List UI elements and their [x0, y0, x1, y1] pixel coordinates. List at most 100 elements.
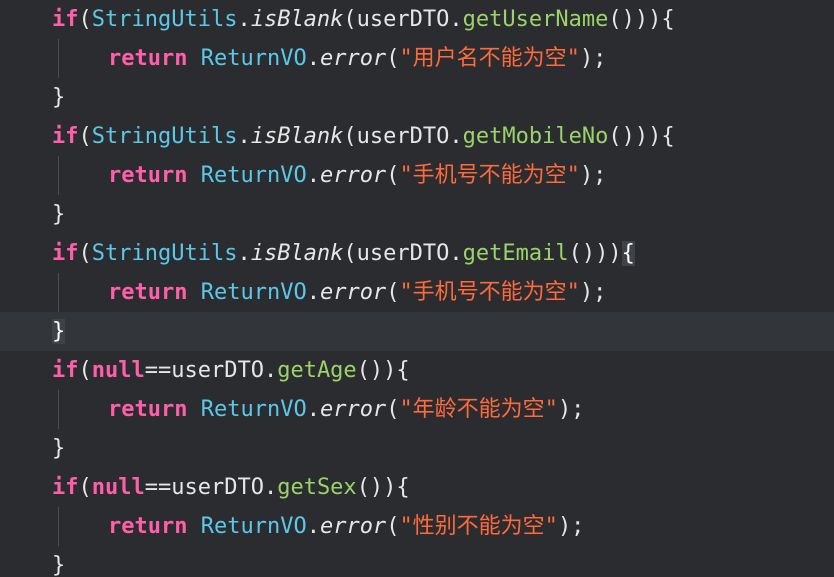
punctuation-token: ()){: [356, 358, 410, 383]
class-token: ReturnVO: [200, 163, 307, 188]
matched-bracket-token: }: [52, 319, 66, 344]
punctuation-token: [187, 46, 200, 71]
code-line[interactable]: return ReturnVO.error("用户名不能为空");: [0, 39, 834, 78]
code-line[interactable]: }: [0, 312, 834, 351]
code-text: if(null==userDTO.getAge()){: [52, 351, 410, 390]
code-text: if(StringUtils.isBlank(userDTO.getMobile…: [52, 117, 675, 156]
punctuation-token: }: [52, 202, 66, 227]
static-method-token: error: [319, 46, 387, 71]
code-line[interactable]: }: [0, 546, 834, 577]
punctuation-token: [187, 280, 200, 305]
class-token: StringUtils: [91, 241, 238, 266]
indent-guide: [58, 156, 59, 195]
indent-guide: [58, 390, 59, 429]
keyword-token: return: [108, 514, 188, 539]
static-method-token: isBlank: [250, 124, 344, 149]
string-literal-token: "手机号不能为空": [399, 280, 580, 305]
punctuation-token: ==: [144, 475, 172, 500]
string-literal-token: "用户名不能为空": [399, 46, 580, 71]
code-text: if(null==userDTO.getSex()){: [52, 468, 410, 507]
punctuation-token: ())){: [608, 7, 675, 32]
string-literal-token: "性别不能为空": [399, 514, 558, 539]
keyword-token: null: [91, 475, 145, 500]
static-method-token: isBlank: [250, 7, 344, 32]
class-token: ReturnVO: [200, 280, 307, 305]
punctuation-token: (: [386, 46, 400, 71]
keyword-token: return: [108, 397, 188, 422]
punctuation-token: }: [52, 436, 66, 461]
code-text: return ReturnVO.error("年龄不能为空");: [108, 390, 584, 429]
punctuation-token: (: [386, 514, 400, 539]
code-text: }: [52, 78, 65, 117]
code-text: }: [52, 546, 65, 577]
static-method-token: error: [319, 514, 387, 539]
punctuation-token: (: [386, 280, 400, 305]
class-token: StringUtils: [91, 7, 238, 32]
identifier-token: userDTO: [171, 475, 264, 500]
code-line[interactable]: if(StringUtils.isBlank(userDTO.getEmail(…: [0, 234, 834, 273]
punctuation-token: .: [306, 46, 320, 71]
class-token: StringUtils: [91, 124, 238, 149]
punctuation-token: (: [78, 475, 92, 500]
punctuation-token: .: [237, 124, 251, 149]
code-line[interactable]: if(null==userDTO.getSex()){: [0, 468, 834, 507]
punctuation-token: .: [449, 241, 463, 266]
punctuation-token: .: [263, 475, 278, 500]
punctuation-token: }: [52, 85, 66, 110]
keyword-token: if: [52, 475, 79, 500]
punctuation-token: );: [557, 397, 585, 422]
code-line[interactable]: return ReturnVO.error("性别不能为空");: [0, 507, 834, 546]
code-text: return ReturnVO.error("手机号不能为空");: [108, 156, 606, 195]
punctuation-token: (: [343, 241, 357, 266]
code-line[interactable]: if(StringUtils.isBlank(userDTO.getUserNa…: [0, 0, 834, 39]
punctuation-token: );: [579, 280, 607, 305]
code-text: }: [52, 312, 66, 351]
punctuation-token: (: [78, 7, 92, 32]
punctuation-token: (: [78, 124, 92, 149]
static-method-token: error: [319, 163, 387, 188]
punctuation-token: ()){: [356, 475, 410, 500]
punctuation-token: [187, 514, 200, 539]
punctuation-token: .: [263, 358, 278, 383]
code-text: if(StringUtils.isBlank(userDTO.getUserNa…: [52, 0, 675, 39]
punctuation-token: .: [449, 124, 463, 149]
punctuation-token: [187, 397, 200, 422]
punctuation-token: .: [306, 163, 320, 188]
indent-guide: [58, 273, 59, 312]
code-line[interactable]: }: [0, 429, 834, 468]
punctuation-token: );: [579, 163, 607, 188]
code-line[interactable]: if(null==userDTO.getAge()){: [0, 351, 834, 390]
punctuation-token: .: [449, 7, 463, 32]
punctuation-token: );: [579, 46, 607, 71]
method-token: getEmail: [462, 241, 569, 266]
code-editor[interactable]: if(StringUtils.isBlank(userDTO.getUserNa…: [0, 0, 834, 577]
method-token: getSex: [277, 475, 357, 500]
code-line[interactable]: if(StringUtils.isBlank(userDTO.getMobile…: [0, 117, 834, 156]
code-line[interactable]: return ReturnVO.error("年龄不能为空");: [0, 390, 834, 429]
class-token: ReturnVO: [200, 397, 307, 422]
identifier-token: userDTO: [356, 241, 450, 266]
punctuation-token: ())){: [608, 124, 675, 149]
code-line[interactable]: }: [0, 195, 834, 234]
indent-guide: [58, 39, 59, 78]
static-method-token: error: [319, 280, 387, 305]
code-line[interactable]: return ReturnVO.error("手机号不能为空");: [0, 273, 834, 312]
keyword-token: if: [52, 241, 79, 266]
punctuation-token: .: [306, 280, 320, 305]
code-text: }: [52, 429, 65, 468]
static-method-token: error: [319, 397, 387, 422]
punctuation-token: .: [237, 241, 251, 266]
code-line[interactable]: }: [0, 78, 834, 117]
keyword-token: return: [108, 280, 188, 305]
indent-guide: [58, 507, 59, 546]
code-line[interactable]: return ReturnVO.error("手机号不能为空");: [0, 156, 834, 195]
class-token: ReturnVO: [200, 514, 307, 539]
keyword-token: return: [108, 163, 188, 188]
punctuation-token: (: [78, 241, 92, 266]
method-token: getMobileNo: [462, 124, 609, 149]
punctuation-token: (: [343, 124, 357, 149]
code-text: }: [52, 195, 65, 234]
punctuation-token: (: [343, 7, 357, 32]
punctuation-token: .: [237, 7, 251, 32]
identifier-token: userDTO: [171, 358, 264, 383]
